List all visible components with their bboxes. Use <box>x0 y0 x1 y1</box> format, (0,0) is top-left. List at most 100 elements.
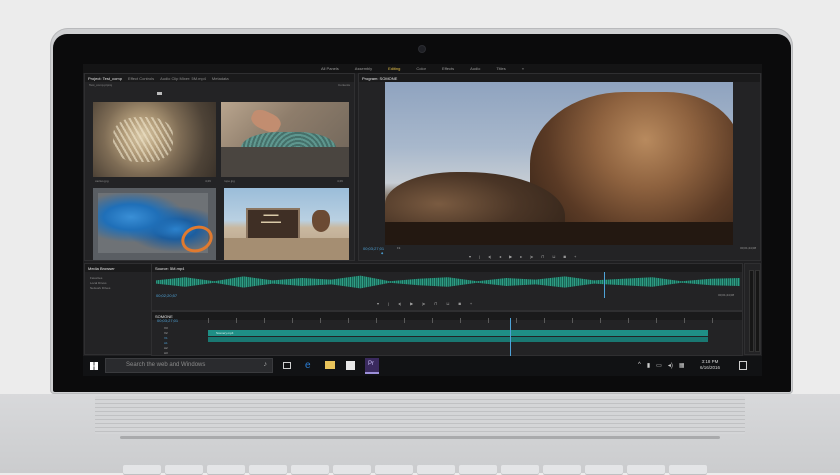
source-transport-controls: ▾ | ◂| ▶ |▸ ⊓ ⊔ ◙ + <box>377 301 472 306</box>
sign-graphic: ▬▬▬ ▬▬▬▬ <box>261 212 281 225</box>
file-explorer-icon[interactable] <box>325 361 335 369</box>
premiere-window: All Panels Assembly Editing Color Effect… <box>83 64 762 376</box>
thumbnail-cactus[interactable] <box>93 102 216 177</box>
edge-browser-icon[interactable]: e <box>305 360 311 372</box>
step-forward-frame-icon[interactable]: ▸ <box>520 254 522 259</box>
mark-out-icon[interactable]: | <box>388 301 389 306</box>
audio-meter-panel <box>744 263 761 355</box>
camera-icon[interactable]: ◙ <box>564 254 566 259</box>
program-transport-controls: ▾ | ◂| ◂ ▶ ▸ |▸ ⊓ ⊔ ◙ + <box>469 254 576 259</box>
playhead-marker-icon: ◆ <box>381 251 384 255</box>
microphone-icon[interactable]: ♪ <box>264 361 268 368</box>
source-playhead[interactable] <box>604 272 605 298</box>
play-icon[interactable]: ▶ <box>509 254 512 259</box>
network-icon[interactable]: ▮ <box>647 362 650 369</box>
taskbar-search-placeholder: Search the web and Windows <box>126 362 206 368</box>
tab-effect-controls[interactable]: Effect Controls <box>128 76 154 81</box>
notifications-icon[interactable] <box>739 361 747 370</box>
volume-icon[interactable]: ◂) <box>668 362 673 369</box>
thumbnail-label: cactus.jpg <box>95 179 109 183</box>
thumbnail-rope[interactable] <box>221 102 349 177</box>
workspace-effects[interactable]: Effects <box>436 64 460 73</box>
audio-clip[interactable] <box>208 337 708 342</box>
keyboard-key <box>543 465 581 475</box>
insert-icon[interactable]: ⊓ <box>434 301 437 306</box>
program-duration: 00;01;24;08 <box>740 246 756 250</box>
timeline-timecode[interactable]: 00;03;27;01 <box>157 318 178 323</box>
project-contents-label: Contents <box>337 83 350 87</box>
tab-program[interactable]: Program: SOMONE <box>362 76 397 81</box>
source-panel-tabs: Source: 5M.mp4 <box>152 264 742 272</box>
list-item[interactable]: Network Drives <box>90 286 110 291</box>
audio-meter-bar <box>749 270 754 352</box>
tab-media-browser[interactable]: Media Browser <box>88 266 115 271</box>
tab-project[interactable]: Project: Test_comp <box>88 76 122 81</box>
time-ruler[interactable] <box>208 318 740 323</box>
keyboard-key <box>417 465 455 475</box>
play-icon[interactable]: ▶ <box>410 301 413 306</box>
hinge <box>95 396 745 434</box>
store-icon[interactable] <box>346 361 355 370</box>
program-monitor-tabs: Program: SOMONE <box>359 74 760 82</box>
step-back-icon[interactable]: ◂| <box>398 301 401 306</box>
folder-icon[interactable] <box>157 92 162 95</box>
audio-meter-bar <box>755 270 760 352</box>
keyboard-key <box>165 465 203 475</box>
tab-audio-clip-mixer[interactable]: Audio Clip Mixer: 5M.mp4 <box>160 76 206 81</box>
mark-in-icon[interactable]: ▾ <box>377 301 379 306</box>
mark-in-icon[interactable]: ▾ <box>469 254 471 259</box>
source-timecode[interactable]: 00;02;20;57 <box>156 293 177 298</box>
task-view-icon[interactable] <box>283 362 291 369</box>
project-panel-tabs: Project: Test_comp Effect Controls Audio… <box>85 74 354 82</box>
video-clip[interactable]: Scenery.mp4 <box>208 330 708 336</box>
media-browser-panel: Media Browser Favorites Local Drives Net… <box>84 263 152 355</box>
taskbar-clock[interactable]: 3:18 PM 6/16/2016 <box>690 359 730 371</box>
workspace-all-panels[interactable]: All Panels <box>315 64 345 73</box>
thumbnail-sign[interactable]: ▬▬▬ ▬▬▬▬ <box>224 188 349 260</box>
camera-icon[interactable]: ◙ <box>458 301 460 306</box>
workspace-assembly[interactable]: Assembly <box>349 64 378 73</box>
tab-metadata[interactable]: Metadata <box>212 76 229 81</box>
windows-start-icon[interactable] <box>90 362 98 370</box>
chevron-up-icon[interactable]: ^ <box>638 362 641 369</box>
mark-out-icon[interactable]: | <box>479 254 480 259</box>
media-browser-list: Favorites Local Drives Network Drives <box>90 276 110 291</box>
system-tray: ^ ▮ ▭ ◂) ▦ <box>638 362 685 369</box>
program-video-frame <box>385 82 733 245</box>
taskbar-search-box[interactable]: Search the web and Windows ♪ <box>105 358 273 373</box>
workspace-more-icon[interactable]: » <box>516 64 530 73</box>
media-browser-tabs: Media Browser <box>85 264 151 272</box>
keyboard-key <box>669 465 707 475</box>
keyboard-key <box>501 465 539 475</box>
settings-icon[interactable]: + <box>574 254 576 259</box>
project-path: Test_comp.prproj <box>89 83 113 87</box>
settings-icon[interactable]: + <box>470 301 472 306</box>
timeline-playhead[interactable] <box>510 318 511 357</box>
program-monitor: Program: SOMONE 00;03;27;01 Fit 00;01;24… <box>358 73 761 261</box>
step-back-icon[interactable]: ◂| <box>488 254 491 259</box>
keyboard-key <box>333 465 371 475</box>
workspace-titles[interactable]: Titles <box>490 64 511 73</box>
project-panel: Project: Test_comp Effect Controls Audio… <box>84 73 355 261</box>
premiere-taskbar-icon[interactable]: Pr <box>365 358 379 374</box>
step-back-frame-icon[interactable]: ◂ <box>499 254 501 259</box>
program-fit-select[interactable]: Fit <box>397 246 400 250</box>
keyboard-icon[interactable]: ▦ <box>679 362 685 369</box>
workspace-color[interactable]: Color <box>410 64 432 73</box>
keyboard-key <box>249 465 287 475</box>
lift-icon[interactable]: ⊓ <box>541 254 544 259</box>
step-forward-icon[interactable]: |▸ <box>530 254 533 259</box>
thumbnail-carabiners[interactable] <box>93 188 216 260</box>
keyboard-key <box>291 465 329 475</box>
step-forward-icon[interactable]: |▸ <box>422 301 425 306</box>
extract-icon[interactable]: ⊔ <box>552 254 555 259</box>
battery-icon[interactable]: ▭ <box>656 362 662 369</box>
keyboard-key <box>207 465 245 475</box>
keyboard-edge <box>120 436 720 439</box>
overwrite-icon[interactable]: ⊔ <box>446 301 449 306</box>
workspace-audio[interactable]: Audio <box>464 64 486 73</box>
tab-source[interactable]: Source: 5M.mp4 <box>155 266 184 271</box>
windows-taskbar: Search the web and Windows ♪ e Pr ^ ▮ ▭ … <box>83 356 762 376</box>
premiere-logo-icon: Pr <box>368 361 374 367</box>
keyboard-key <box>627 465 665 475</box>
